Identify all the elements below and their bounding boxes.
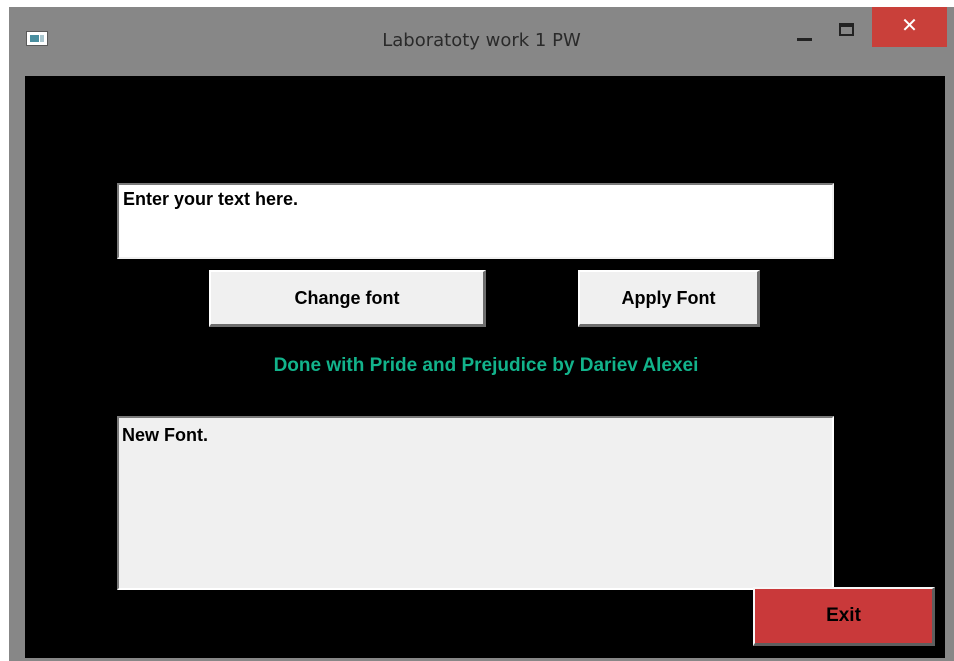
change-font-button[interactable]: Change font <box>209 270 486 327</box>
maximize-button[interactable] <box>826 7 866 47</box>
maximize-icon <box>839 23 854 36</box>
minimize-icon <box>797 38 812 41</box>
title-bar[interactable]: Laboratoty work 1 PW ✕ <box>9 7 954 76</box>
client-area: Enter your text here. Change font Apply … <box>25 76 945 658</box>
minimize-button[interactable] <box>784 7 824 47</box>
apply-font-button[interactable]: Apply Font <box>578 270 760 327</box>
text-input-field[interactable]: Enter your text here. <box>117 183 834 259</box>
output-text-area[interactable]: New Font. <box>117 416 834 590</box>
close-button[interactable]: ✕ <box>872 7 947 47</box>
close-icon: ✕ <box>901 13 918 37</box>
credit-label: Done with Pride and Prejudice by Dariev … <box>273 355 699 376</box>
exit-button[interactable]: Exit <box>753 587 935 646</box>
app-window: Laboratoty work 1 PW ✕ Enter your text h… <box>9 7 954 661</box>
